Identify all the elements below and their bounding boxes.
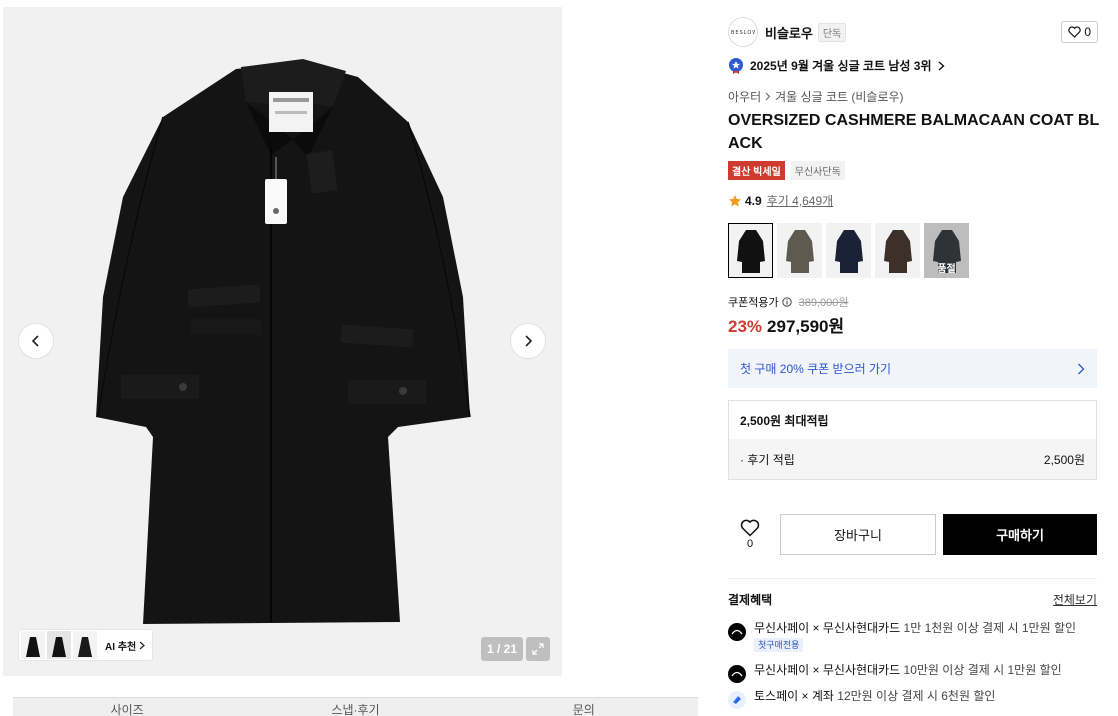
coupon-text: 첫 구매 20% 쿠폰 받으러 가기 [740,362,892,376]
rating-row: 4.9 후기 4,649개 [728,192,833,209]
product-title: OVERSIZED CASHMERE BALMACAAN COAT BLACK [728,112,1100,152]
svg-text:BESLOW: BESLOW [731,30,755,35]
brand-like-count: 0 [1084,25,1091,39]
ai-recommendation-button[interactable]: AI 추천 [18,629,154,661]
expand-icon [532,643,544,655]
next-image-button[interactable] [510,323,546,359]
color-swatch-soldout[interactable]: 품절 [924,223,969,278]
musinsa-card-icon [728,665,746,683]
expand-image-button[interactable] [526,637,550,661]
ai-thumbnail [21,631,45,659]
benefit-item: 무신사페이 × 무신사현대카드 1만 1천원 이상 결제 시 1만원 할인 첫구… [728,620,1076,652]
brand-logo[interactable]: BESLOW [728,17,758,47]
ranking-link[interactable]: 2025년 9월 겨울 싱글 코트 남성 3위 [728,57,945,74]
price-row: 23% 297,590원 [728,312,844,337]
heart-icon [1068,26,1081,38]
benefit-item: 토스페이 × 계좌 12만원 이상 결제 시 6천원 할인 [728,688,995,709]
final-price: 297,590원 [767,317,845,336]
original-price: 389,000원 [798,297,849,309]
ai-recommendation-label: AI 추천 [105,638,146,653]
points-box: 2,500원 최대적립 · 후기 적립 2,500원 [728,400,1097,480]
star-icon [729,194,741,206]
breadcrumb-item-outer[interactable]: 아우터 [728,88,761,105]
ranking-medal-icon [729,58,743,74]
points-title: 2,500원 최대적립 [740,413,829,428]
product-main-image [96,59,471,624]
ai-thumbnail [73,631,97,659]
benefit-desc: 10만원 이상 결제 시 1만원 할인 [903,663,1062,677]
detail-tabs: 사이즈 스냅·후기 문의 [13,697,698,716]
add-to-cart-button[interactable]: 장바구니 [780,513,936,555]
color-swatch-black[interactable] [728,223,773,278]
color-swatches: 품절 [728,223,969,278]
product-like-count: 0 [746,537,754,550]
discount-rate: 23% [728,317,763,336]
soldout-label: 품절 [937,264,956,275]
brand-row: BESLOW 비슬로우 단독 0 [728,17,1098,47]
benefit-name: 토스페이 × 계좌 [754,689,834,703]
heart-icon [740,519,760,537]
buy-now-button[interactable]: 구매하기 [943,513,1097,555]
brand-name[interactable]: 비슬로우 [765,23,813,42]
brand-like-button[interactable]: 0 [1061,21,1098,43]
benefit-desc: 1만 1천원 이상 결제 시 1만원 할인 [903,621,1077,635]
musinsa-card-icon [728,623,746,641]
chevron-right-icon [938,60,945,71]
breadcrumb-item-category[interactable]: 겨울 싱글 코트 (비슬로우) [775,88,903,105]
benefit-item: 무신사페이 × 무신사현대카드 10만원 이상 결제 시 1만원 할인 [728,662,1062,683]
view-all-benefits-link[interactable]: 전체보기 [1053,591,1097,608]
chevron-right-icon [765,92,771,101]
benefit-name: 무신사페이 × 무신사현대카드 [754,663,901,677]
points-row-label: · 후기 적립 [740,452,795,467]
payment-benefits-title: 결제혜택 [728,593,773,607]
chevron-right-icon [1078,363,1085,374]
chevron-right-icon [525,335,533,347]
color-swatch-gray[interactable] [777,223,822,278]
purchase-actions: 0 장바구니 구매하기 [728,513,1097,555]
exclusive-tag: 무신사단독 [790,161,845,180]
breadcrumb: 아우터 겨울 싱글 코트 (비슬로우) [728,88,904,105]
coupon-price-label-row: 쿠폰적용가 389,000원 [728,294,849,310]
toss-pay-icon [728,691,746,709]
rating-value: 4.9 [745,193,762,208]
points-row-value: 2,500원 [1043,452,1085,467]
divider [728,578,1097,579]
product-image-gallery[interactable]: AI 추천 1 / 21 [3,7,562,676]
sale-tag: 결산 빅세일 [728,161,785,180]
info-icon[interactable] [781,297,792,307]
chevron-left-icon [31,335,39,347]
coupon-price-label: 쿠폰적용가 [728,297,779,309]
color-swatch-brown[interactable] [875,223,920,278]
product-like-button[interactable]: 0 [728,519,772,550]
product-info-panel: BESLOW 비슬로우 단독 0 2025년 9월 겨울 싱글 코트 남성 3위… [713,7,1115,716]
tab-size[interactable]: 사이즈 [13,698,241,716]
image-counter: 1 / 21 [481,637,523,661]
payment-benefits-header: 결제혜택 전체보기 [728,591,1097,608]
points-row: · 후기 적립 2,500원 [729,439,1096,479]
color-swatch-navy[interactable] [826,223,871,278]
tab-snap-review[interactable]: 스냅·후기 [241,698,469,716]
ranking-text: 2025년 9월 겨울 싱글 코트 남성 3위 [750,59,932,73]
tab-inquiry[interactable]: 문의 [470,698,698,716]
benefit-name: 무신사페이 × 무신사현대카드 [754,621,901,635]
product-tags: 결산 빅세일 무신사단독 [728,161,845,180]
review-count-link[interactable]: 후기 4,649개 [767,192,833,209]
first-purchase-only-tag: 첫구매전용 [754,638,804,652]
benefit-desc: 12만원 이상 결제 시 6천원 할인 [837,689,996,703]
chevron-right-icon [139,641,146,649]
previous-image-button[interactable] [18,323,54,359]
first-purchase-coupon-banner[interactable]: 첫 구매 20% 쿠폰 받으러 가기 [728,349,1097,388]
exclusive-badge: 단독 [817,22,847,42]
ai-thumbnail [47,631,71,659]
